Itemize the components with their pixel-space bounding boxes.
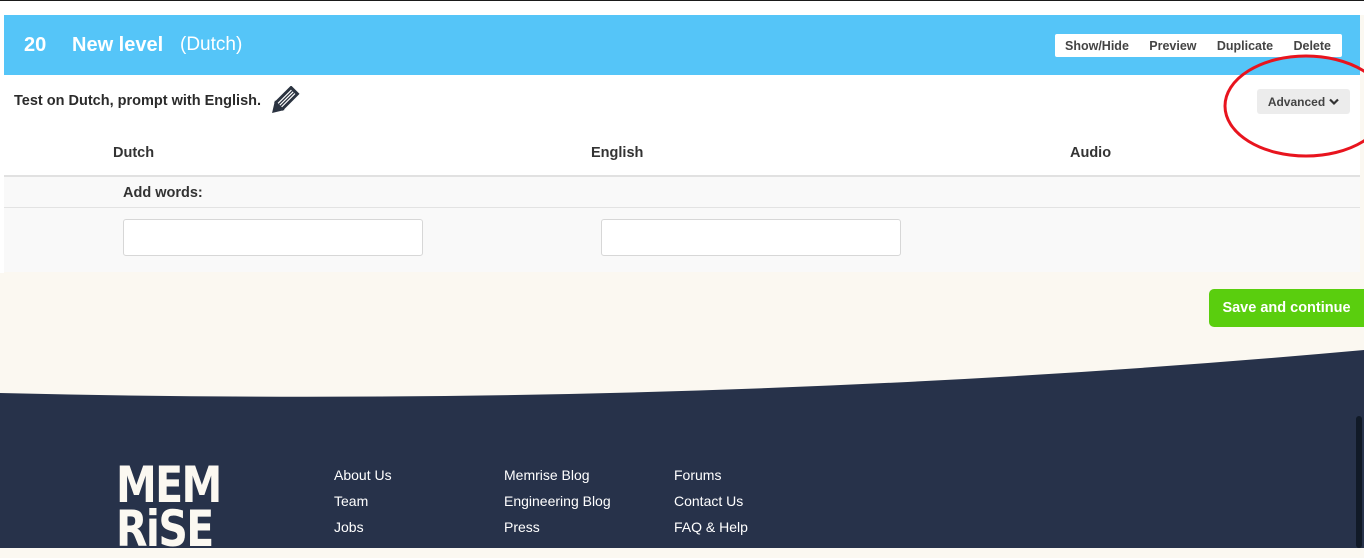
footer-link-about-us[interactable]: About Us	[334, 467, 392, 483]
show-hide-button[interactable]: Show/Hide	[1065, 39, 1129, 53]
advanced-label: Advanced	[1267, 94, 1326, 109]
new-word-row	[4, 208, 1360, 272]
footer-link-memrise-blog[interactable]: Memrise Blog	[504, 467, 590, 483]
footer-link-faq-help[interactable]: FAQ & Help	[674, 519, 748, 535]
top-gap	[0, 1, 1364, 15]
chevron-down-icon	[1329, 98, 1339, 105]
advanced-button[interactable]: Advanced	[1257, 89, 1350, 114]
english-word-input[interactable]	[601, 219, 901, 256]
footer-link-jobs[interactable]: Jobs	[334, 519, 364, 535]
level-name[interactable]: New level	[72, 34, 163, 56]
level-number: 20	[24, 34, 47, 56]
save-and-continue-button[interactable]: Save and continue	[1209, 289, 1364, 327]
footer-link-engineering-blog[interactable]: Engineering Blog	[504, 493, 611, 509]
level-card: Test on Dutch, prompt with English. Adva…	[4, 75, 1360, 272]
scrollbar[interactable]	[1356, 416, 1362, 548]
add-words-row: Add words:	[4, 177, 1360, 208]
delete-button[interactable]: Delete	[1293, 39, 1331, 53]
pencil-icon[interactable]	[268, 86, 300, 116]
dutch-word-input[interactable]	[123, 219, 423, 256]
logo-line-2: RiSE	[116, 500, 214, 558]
column-header-english: English	[591, 145, 644, 161]
preview-button[interactable]: Preview	[1149, 39, 1196, 53]
footer-link-team[interactable]: Team	[334, 493, 368, 509]
test-prompt-text: Test on Dutch, prompt with English.	[14, 93, 262, 109]
column-header-dutch: Dutch	[113, 145, 155, 161]
footer-link-forums[interactable]: Forums	[674, 467, 721, 483]
level-actions: Show/Hide Preview Duplicate Delete	[1055, 34, 1342, 57]
footer-link-press[interactable]: Press	[504, 519, 540, 535]
add-words-label: Add words:	[123, 185, 203, 201]
level-header: 20 New level (Dutch) Show/Hide Preview D…	[4, 15, 1360, 75]
footer-link-contact-us[interactable]: Contact Us	[674, 493, 743, 509]
memrise-logo[interactable]: MEM RiSE	[116, 460, 222, 554]
column-header-audio: Audio	[1070, 145, 1112, 161]
level-language: (Dutch)	[180, 34, 243, 55]
duplicate-button[interactable]: Duplicate	[1217, 39, 1273, 53]
